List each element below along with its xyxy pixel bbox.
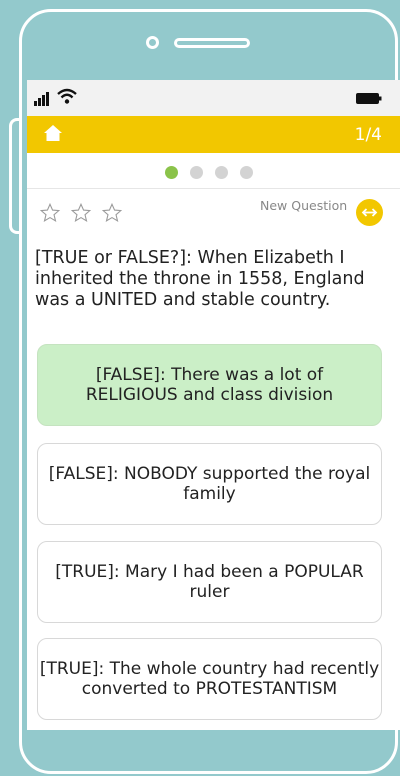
swap-arrows-icon <box>361 208 378 217</box>
top-bar: 1/4 <box>27 116 400 153</box>
answer-text: [TRUE]: The whole country had recently c… <box>39 659 380 699</box>
answer-option-4[interactable]: [TRUE]: The whole country had recently c… <box>37 638 382 720</box>
phone-speaker <box>174 38 250 48</box>
divider <box>27 188 400 189</box>
phone-side-button <box>9 118 21 234</box>
star-icon[interactable] <box>101 202 123 224</box>
new-question-link[interactable]: New Question <box>260 198 347 213</box>
answer-option-3[interactable]: [TRUE]: Mary I had been a POPULAR ruler <box>37 541 382 623</box>
battery-icon <box>356 93 382 104</box>
answer-option-2[interactable]: [FALSE]: NOBODY supported the royal fami… <box>37 443 382 525</box>
star-icon[interactable] <box>70 202 92 224</box>
answer-text: [FALSE]: NOBODY supported the royal fami… <box>48 464 371 504</box>
pager-dot-2[interactable] <box>190 166 203 179</box>
home-icon[interactable] <box>43 123 63 143</box>
question-progress: 1/4 <box>354 125 382 145</box>
answer-text: [TRUE]: Mary I had been a POPULAR ruler <box>55 562 364 602</box>
new-question-button[interactable] <box>356 199 383 226</box>
status-bar <box>27 80 400 116</box>
phone-camera <box>146 36 159 49</box>
answer-text: [FALSE]: There was a lot of RELIGIOUS an… <box>85 365 334 405</box>
signal-icon <box>34 92 52 106</box>
pager-dot-1[interactable] <box>165 166 178 179</box>
star-icon[interactable] <box>39 202 61 224</box>
pager-dot-4[interactable] <box>240 166 253 179</box>
app-screen: 1/4 New Question [TRUE or FALSE?]: When … <box>27 80 400 730</box>
question-text: [TRUE or FALSE?]: When Elizabeth I inher… <box>35 248 365 310</box>
pager-dot-3[interactable] <box>215 166 228 179</box>
answer-option-1[interactable]: [FALSE]: There was a lot of RELIGIOUS an… <box>37 344 382 426</box>
wifi-icon <box>57 88 77 104</box>
